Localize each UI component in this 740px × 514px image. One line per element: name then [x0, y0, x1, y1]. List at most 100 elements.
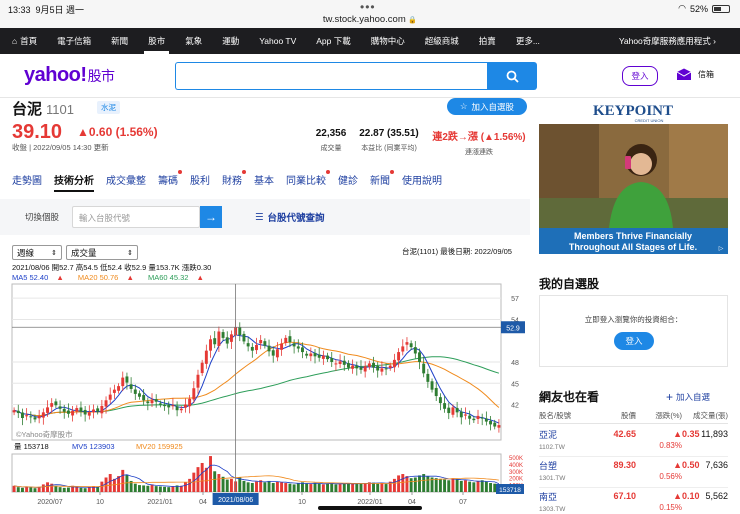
tab-5[interactable]: 財務	[216, 168, 248, 192]
app-services-link[interactable]: Yahoo奇摩服務應用程式 ›	[619, 28, 716, 54]
volume-bar	[62, 487, 66, 492]
candle-body	[104, 400, 108, 407]
yahoo-logo[interactable]: yahoo!股市	[24, 64, 115, 87]
nav-item-1[interactable]: 電子信箱	[47, 28, 101, 54]
code-query-link[interactable]: ☰ 台股代號查詢	[255, 210, 325, 225]
volume-bar	[271, 483, 275, 492]
advertisement[interactable]: KEYPOINT CREDIT UNION Members Thrive Fin…	[539, 98, 728, 254]
stock-code-input[interactable]: 輸入台股代號	[72, 206, 200, 228]
nav-item-2[interactable]: 新聞	[101, 28, 138, 54]
login-button[interactable]: 登入	[622, 66, 658, 86]
star-icon: ☆	[459, 101, 468, 111]
nav-item-0[interactable]: ⌂ 首頁	[0, 28, 47, 54]
nav-item-11[interactable]: 更多...	[506, 28, 550, 54]
volume-bar	[46, 482, 49, 492]
candle-body	[459, 411, 463, 418]
volume-bar	[459, 480, 463, 492]
volume-bar	[476, 480, 480, 492]
search-button[interactable]	[487, 62, 537, 90]
volume-bar	[267, 480, 271, 492]
tab-8[interactable]: 健診	[332, 168, 364, 192]
candle-body	[146, 401, 150, 404]
candle-body	[71, 410, 75, 416]
industry-badge[interactable]: 水泥	[97, 101, 120, 114]
candle-body	[305, 353, 309, 356]
volume-bar	[75, 486, 79, 492]
tab-9[interactable]: 新聞	[364, 168, 396, 192]
volume-bar	[309, 484, 313, 492]
search-input[interactable]	[175, 62, 487, 90]
x-tick-label: 10	[96, 499, 104, 506]
volume-tick-label: 400K	[509, 463, 523, 469]
candle-body	[497, 425, 501, 428]
tab-4[interactable]: 股利	[184, 168, 216, 192]
switch-stock-bar: 切換個股 輸入台股代號 → ☰ 台股代號查詢	[0, 199, 530, 235]
volume-bar	[422, 474, 426, 492]
candle-body	[196, 374, 200, 388]
add-to-watchlist-link[interactable]: + 加入自選	[666, 390, 710, 404]
nav-item-9[interactable]: 超級商城	[415, 28, 469, 54]
vol-legend-vol: 量 153718	[14, 442, 49, 451]
volume-bar	[79, 487, 83, 492]
nav-item-8[interactable]: 購物中心	[361, 28, 415, 54]
candle-body	[334, 363, 338, 365]
row-price: 89.30	[613, 460, 636, 470]
nav-item-10[interactable]: 拍賣	[469, 28, 506, 54]
period-select[interactable]: 週線 ⇕	[12, 245, 62, 260]
table-row[interactable]: 南亞 1303.TW 67.10 ▲ 0.10 0.15% 5,562	[539, 487, 728, 514]
candle-body	[133, 389, 137, 394]
volume-bar	[221, 476, 225, 492]
volume-bar	[280, 482, 284, 492]
row-stock-name[interactable]: 南亞	[539, 490, 557, 503]
price-chart[interactable]: 5754484542500K400K300K200K100K2020/07102…	[0, 282, 530, 510]
row-volume: 11,893	[701, 429, 728, 439]
nav-item-3[interactable]: 股市	[138, 28, 175, 54]
candle-body	[217, 331, 221, 346]
tab-6[interactable]: 基本	[248, 168, 280, 192]
tab-0[interactable]: 走勢圖	[0, 168, 48, 192]
indicator-select[interactable]: 成交量 ⇕	[66, 245, 138, 260]
volume-bar	[138, 485, 141, 492]
tab-3[interactable]: 籌碼	[152, 168, 184, 192]
row-stock-name[interactable]: 亞泥	[539, 428, 557, 441]
cursor-date-label: 2021/08/06	[218, 497, 253, 504]
volume-bar	[401, 474, 405, 492]
row-stock-code: 1301.TW	[539, 475, 566, 482]
volume-tick-label: 500K	[509, 456, 523, 462]
add-watchlist-button[interactable]: ☆ 加入自選股	[447, 98, 527, 115]
nav-item-4[interactable]: 氣象	[175, 28, 212, 54]
nav-item-7[interactable]: App 下載	[306, 28, 361, 54]
tab-1[interactable]: 技術分析	[48, 168, 100, 192]
nav-item-6[interactable]: Yahoo TV	[249, 28, 306, 54]
x-tick-label: 07	[459, 499, 467, 506]
address-bar[interactable]: tw.stock.yahoo.com 🔒	[0, 14, 740, 25]
candle-body	[430, 381, 434, 390]
volume-bar	[338, 484, 342, 492]
watchlist-login-button[interactable]: 登入	[614, 332, 654, 350]
candle-body	[87, 412, 91, 416]
row-volume: 7,636	[705, 460, 728, 470]
tab-7[interactable]: 同業比較	[280, 168, 332, 192]
my-watchlist-title: 我的自選股	[539, 277, 600, 291]
row-change: ▲ 0.50	[673, 460, 700, 470]
volume-bar	[376, 483, 380, 492]
mail-link[interactable]: 信箱	[676, 68, 714, 81]
table-row[interactable]: 台塑 1301.TW 89.30 ▲ 0.50 0.56% 7,636	[539, 456, 728, 488]
candle-body	[75, 408, 79, 412]
candle-body	[112, 389, 116, 393]
nav-item-5[interactable]: 運動	[212, 28, 249, 54]
row-pct: 0.56%	[659, 472, 682, 481]
vol-legend-mv5: MV5 123903	[72, 442, 115, 451]
tab-10[interactable]: 使用說明	[396, 168, 448, 192]
stat-pe: 22.87 (35.51) 本益比 (同業平均)	[359, 128, 419, 152]
go-button[interactable]: →	[200, 206, 222, 228]
row-stock-name[interactable]: 台塑	[539, 459, 557, 472]
stock-price: 39.10	[12, 121, 63, 143]
ma-legend: MA5 52.40 ▲ MA20 50.76 ▲ MA60 45.32 ▲	[12, 273, 216, 282]
tab-dots-icon[interactable]: •••	[360, 0, 376, 14]
volume-bar	[346, 483, 350, 492]
tab-2[interactable]: 成交彙整	[100, 168, 152, 192]
volume-bar	[213, 471, 217, 492]
table-row[interactable]: 亞泥 1102.TW 42.65 ▲ 0.35 0.83% 11,893	[539, 425, 728, 457]
price-tick-label: 45	[511, 381, 519, 388]
